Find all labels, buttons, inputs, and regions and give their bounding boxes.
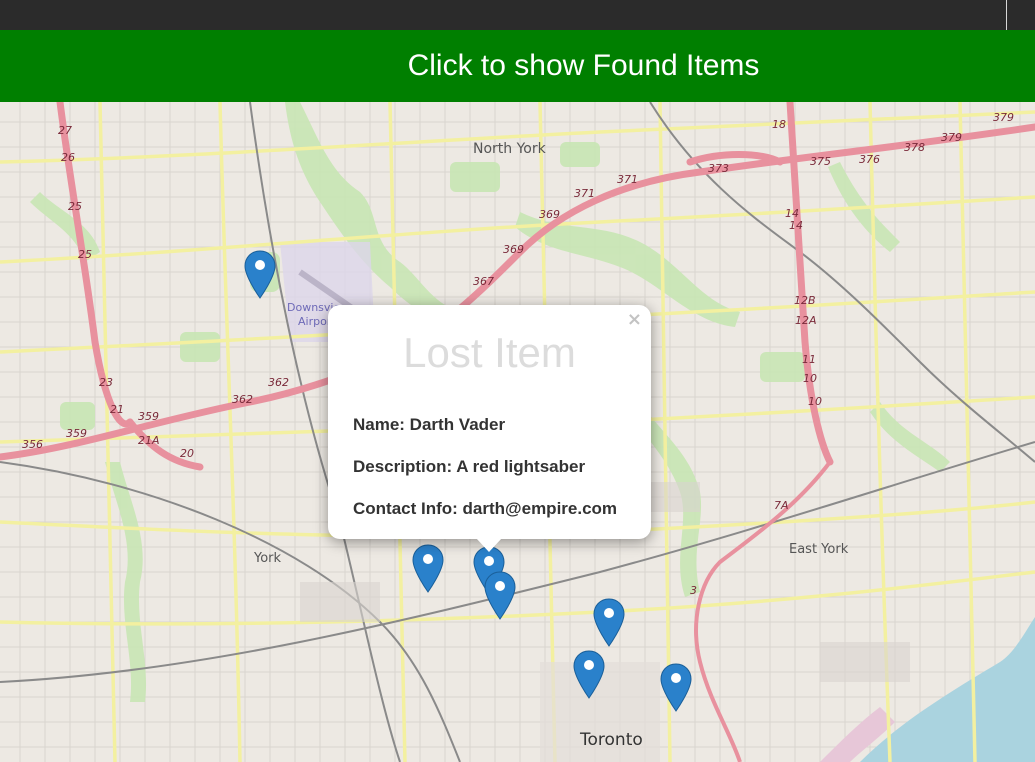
highway-label: 359 [66, 427, 87, 440]
popup-close-button[interactable]: × [627, 309, 642, 330]
map-marker[interactable] [484, 571, 516, 621]
highway-label: 369 [539, 208, 560, 221]
highway-label: 10 [803, 372, 817, 385]
highway-label: 10 [808, 395, 822, 408]
highway-label: 369 [503, 243, 524, 256]
highway-label: 21 [110, 403, 124, 416]
highway-label: 25 [68, 200, 82, 213]
highway-label: 11 [802, 353, 816, 366]
show-found-items-button[interactable]: Click to show Found Items [0, 30, 1035, 102]
highway-label: 362 [268, 376, 289, 389]
place-label-east-york: East York [789, 542, 849, 557]
highway-label: 379 [941, 131, 962, 144]
highway-label: 376 [859, 153, 880, 166]
top-bar-divider [1006, 0, 1007, 30]
map-pin-icon [660, 663, 692, 712]
top-bar [0, 0, 1035, 30]
lost-item-popup: × Lost Item Name: Darth Vader Descriptio… [328, 305, 651, 539]
map-marker[interactable] [593, 598, 625, 648]
highway-label: 12B [794, 294, 816, 307]
highway-label: 26 [61, 151, 75, 164]
map-marker[interactable] [660, 663, 692, 713]
popup-contact-line: Contact Info: darth@empire.com [353, 499, 618, 518]
highway-label: 371 [617, 173, 638, 186]
highway-label: 371 [574, 187, 595, 200]
highway-label: 367 [473, 275, 494, 288]
show-found-items-label: Click to show Found Items [407, 49, 760, 82]
highway-label: 27 [58, 124, 72, 137]
highway-label: 21A [138, 434, 160, 447]
highway-label: 375 [810, 155, 831, 168]
highway-label: 25 [78, 248, 92, 261]
highway-label: 359 [138, 410, 159, 423]
highway-label: 23 [99, 376, 113, 389]
highway-label: 378 [904, 141, 925, 154]
highway-label: 362 [232, 393, 253, 406]
map-pin-icon [412, 544, 444, 593]
popup-name-line: Name: Darth Vader [353, 415, 506, 434]
highway-label: 379 [993, 111, 1014, 124]
map-pin-icon [573, 650, 605, 699]
highway-label: 18 [772, 118, 786, 131]
map-pin-icon [593, 598, 625, 647]
place-label-north-york: North York [473, 141, 547, 157]
place-label-york: York [253, 551, 282, 566]
highway-label: 373 [708, 162, 729, 175]
map-marker[interactable] [573, 650, 605, 700]
map-pin-icon [484, 571, 516, 620]
map-pin-icon [244, 250, 276, 299]
popup-tip [476, 538, 502, 552]
highway-label: 14 [789, 219, 803, 232]
map-marker[interactable] [244, 250, 276, 300]
highway-label: 356 [22, 438, 43, 451]
map-marker[interactable] [412, 544, 444, 594]
place-label-toronto: Toronto [579, 730, 643, 750]
popup-title: Lost Item [403, 329, 576, 376]
highway-label: 7A [774, 499, 789, 512]
highway-label: 12A [795, 314, 817, 327]
popup-description-line: Description: A red lightsaber [353, 457, 586, 476]
highway-label: 3 [690, 584, 697, 597]
highway-label: 20 [180, 447, 194, 460]
